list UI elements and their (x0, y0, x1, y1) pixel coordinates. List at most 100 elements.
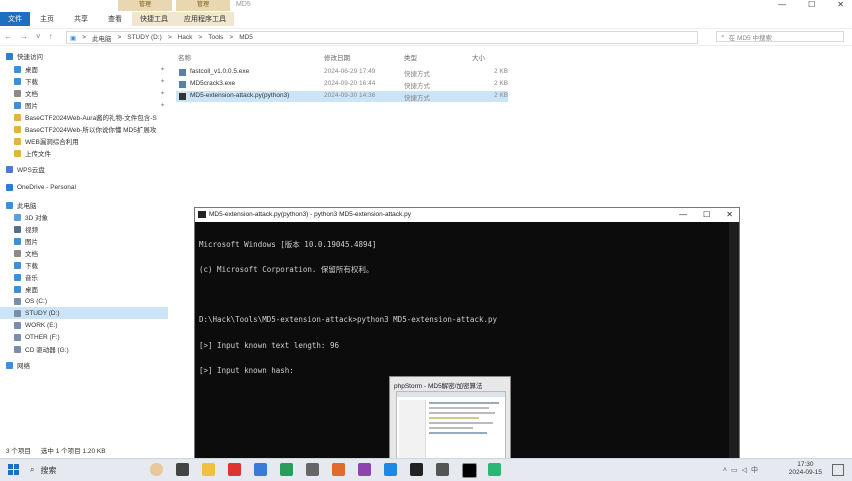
sidebar-item[interactable]: OneDrive - Personal (0, 181, 168, 193)
minimize-button[interactable]: — (778, 0, 786, 9)
sidebar-item[interactable]: 此电脑 (0, 199, 168, 211)
thumbnail-title: phpStorm - MD5解密/加密算法 (394, 383, 483, 390)
sidebar-item[interactable]: 桌面 (0, 283, 168, 295)
chevron-up-icon[interactable]: ˄ (723, 467, 731, 474)
sidebar-item[interactable]: WPS云盘 (0, 163, 168, 175)
sidebar-item-label: 快速访问 (17, 54, 43, 61)
breadcrumb-this-pc[interactable]: 此电脑 (92, 33, 112, 43)
tab-share[interactable]: 共享 (64, 14, 98, 24)
sidebar-item[interactable]: OTHER (F:) (0, 331, 168, 343)
clock[interactable]: 17:30 2024-09-15 (789, 461, 822, 477)
windows-start-icon[interactable] (8, 464, 20, 476)
ime-indicator[interactable]: 中 (751, 467, 762, 474)
volume-icon[interactable]: ◁ (742, 467, 751, 474)
phpstorm-icon[interactable] (462, 463, 477, 478)
sidebar-item[interactable]: WORK (E:) (0, 319, 168, 331)
terminal-taskbar-icon[interactable] (410, 463, 423, 476)
sidebar-item[interactable]: 图片 ✦ (0, 99, 168, 111)
context-tab-manage-2[interactable]: 管理 (176, 0, 230, 11)
sidebar-item[interactable]: WEB漏洞综合利用 (0, 135, 168, 147)
maximize-button[interactable]: ☐ (808, 0, 815, 9)
column-name[interactable]: 名称 (178, 52, 191, 62)
file-row-selected[interactable]: MD5-extension-attack.py(python3) 2024-09… (176, 91, 508, 102)
sidebar-item-label: 上传文件 (25, 151, 51, 158)
back-arrow-icon[interactable]: ← (4, 32, 12, 41)
terminal-controls: — ☐ ✕ (679, 210, 733, 219)
app-green-icon[interactable] (280, 463, 293, 476)
sidebar-item[interactable]: CD 驱动器 (G:) (0, 343, 168, 355)
drive-icon (14, 333, 21, 341)
sidebar-item[interactable]: 上传文件 (0, 147, 168, 159)
app-orange-icon[interactable] (332, 463, 345, 476)
network-tray-icon[interactable]: ▭ (731, 467, 742, 474)
sidebar-item[interactable]: BaseCTF2024Web-Aura酱的礼物-文件包含-S (0, 111, 168, 123)
breadcrumb-hack[interactable]: Hack (178, 34, 193, 41)
sidebar-item[interactable]: 3D 对象 (0, 211, 168, 223)
sidebar-item-label: 音乐 (25, 275, 38, 282)
pin-icon[interactable]: ✦ (160, 66, 165, 73)
address-bar[interactable]: ▣ > 此电脑 > STUDY (D:) > Hack > Tools > MD… (66, 31, 698, 44)
search-input[interactable]: ⌕ 在 MD5 中搜索 (716, 31, 844, 42)
breadcrumb-tools[interactable]: Tools (208, 34, 223, 41)
system-tray[interactable]: ˄▭◁中 (723, 465, 762, 475)
app-wechat-icon[interactable] (488, 463, 501, 476)
sidebar-item-label: OS (C:) (25, 297, 48, 305)
sidebar-item[interactable]: STUDY (D:) (0, 307, 168, 319)
drive-icon (14, 321, 21, 329)
context-tab-manage-1[interactable]: 管理 (118, 0, 172, 11)
cartoon-avatar-icon[interactable] (150, 463, 163, 476)
sidebar-item[interactable]: 文档 (0, 247, 168, 259)
tab-shortcut-tools[interactable]: 快捷工具 (132, 12, 176, 26)
up-arrow-icon[interactable]: ↑ (49, 32, 53, 41)
terminal-maximize-button[interactable]: ☐ (703, 210, 710, 219)
task-view-icon[interactable] (176, 463, 189, 476)
sidebar-item[interactable]: 桌面 ✦ (0, 63, 168, 75)
terminal-close-button[interactable]: ✕ (726, 210, 733, 219)
breadcrumb-md5[interactable]: MD5 (239, 34, 253, 41)
app-purple-icon[interactable] (358, 463, 371, 476)
pin-icon[interactable]: ✦ (160, 78, 165, 85)
sidebar-item[interactable]: 文档 ✦ (0, 87, 168, 99)
tab-home[interactable]: 主页 (30, 14, 64, 24)
close-button[interactable]: ✕ (837, 0, 844, 9)
column-type[interactable]: 类型 (404, 52, 417, 62)
sidebar-item[interactable]: 下载 ✦ (0, 75, 168, 87)
file-explorer-icon[interactable] (202, 463, 215, 476)
sidebar-item[interactable]: 网络 (0, 359, 168, 371)
taskbar-search[interactable]: ⌕ 搜索 (30, 462, 130, 478)
forward-arrow-icon[interactable]: → (20, 32, 28, 41)
notification-icon[interactable] (832, 464, 844, 476)
app-dark-icon[interactable] (436, 463, 449, 476)
column-date[interactable]: 修改日期 (324, 52, 350, 62)
pin-icon[interactable]: ✦ (160, 90, 165, 97)
column-size[interactable]: 大小 (472, 52, 485, 62)
sidebar-item[interactable]: 音乐 (0, 271, 168, 283)
sidebar-item-label: OTHER (F:) (25, 333, 60, 341)
pin-icon[interactable]: ✦ (160, 102, 165, 109)
breadcrumb-study[interactable]: STUDY (D:) (127, 34, 162, 41)
tab-app-tools[interactable]: 应用程序工具 (176, 12, 234, 26)
tab-view[interactable]: 查看 (98, 14, 132, 24)
sidebar-item[interactable]: 图片 (0, 235, 168, 247)
sidebar-item[interactable]: BaseCTF2024Web-所以你说你懂 MD5扩展攻 (0, 123, 168, 135)
chevron-down-icon[interactable]: ˅ (36, 32, 41, 41)
app-gray-icon[interactable] (306, 463, 319, 476)
terminal-output[interactable]: Microsoft Windows [版本 10.0.19045.4894] (… (199, 224, 727, 392)
terminal-scrollbar[interactable] (729, 222, 739, 462)
taskbar-thumbnail-preview[interactable]: phpStorm - MD5解密/加密算法 (389, 376, 511, 466)
cd-icon (14, 345, 21, 353)
app-lightblue-icon[interactable] (384, 463, 397, 476)
tab-file[interactable]: 文件 (0, 12, 30, 26)
terminal-minimize-button[interactable]: — (679, 210, 687, 219)
sidebar-item[interactable]: 快速访问 (0, 50, 168, 62)
sidebar-item[interactable]: OS (C:) (0, 295, 168, 307)
terminal-title-bar[interactable]: MD5-extension-attack.py(python3) - pytho… (195, 208, 739, 222)
file-row[interactable]: fastcoll_v1.0.0.5.exe 2024-06-29 17:49 快… (176, 67, 508, 78)
sidebar-item[interactable]: 视频 (0, 223, 168, 235)
app-blue-icon[interactable] (254, 463, 267, 476)
app-red-icon[interactable] (228, 463, 241, 476)
sidebar-item[interactable]: 下载 (0, 259, 168, 271)
file-row[interactable]: MD5crack3.exe 2024-09-20 16:44 快捷方式 2 KB (176, 79, 508, 90)
download-icon (14, 261, 21, 269)
sidebar-item-label: 文档 (25, 91, 38, 98)
